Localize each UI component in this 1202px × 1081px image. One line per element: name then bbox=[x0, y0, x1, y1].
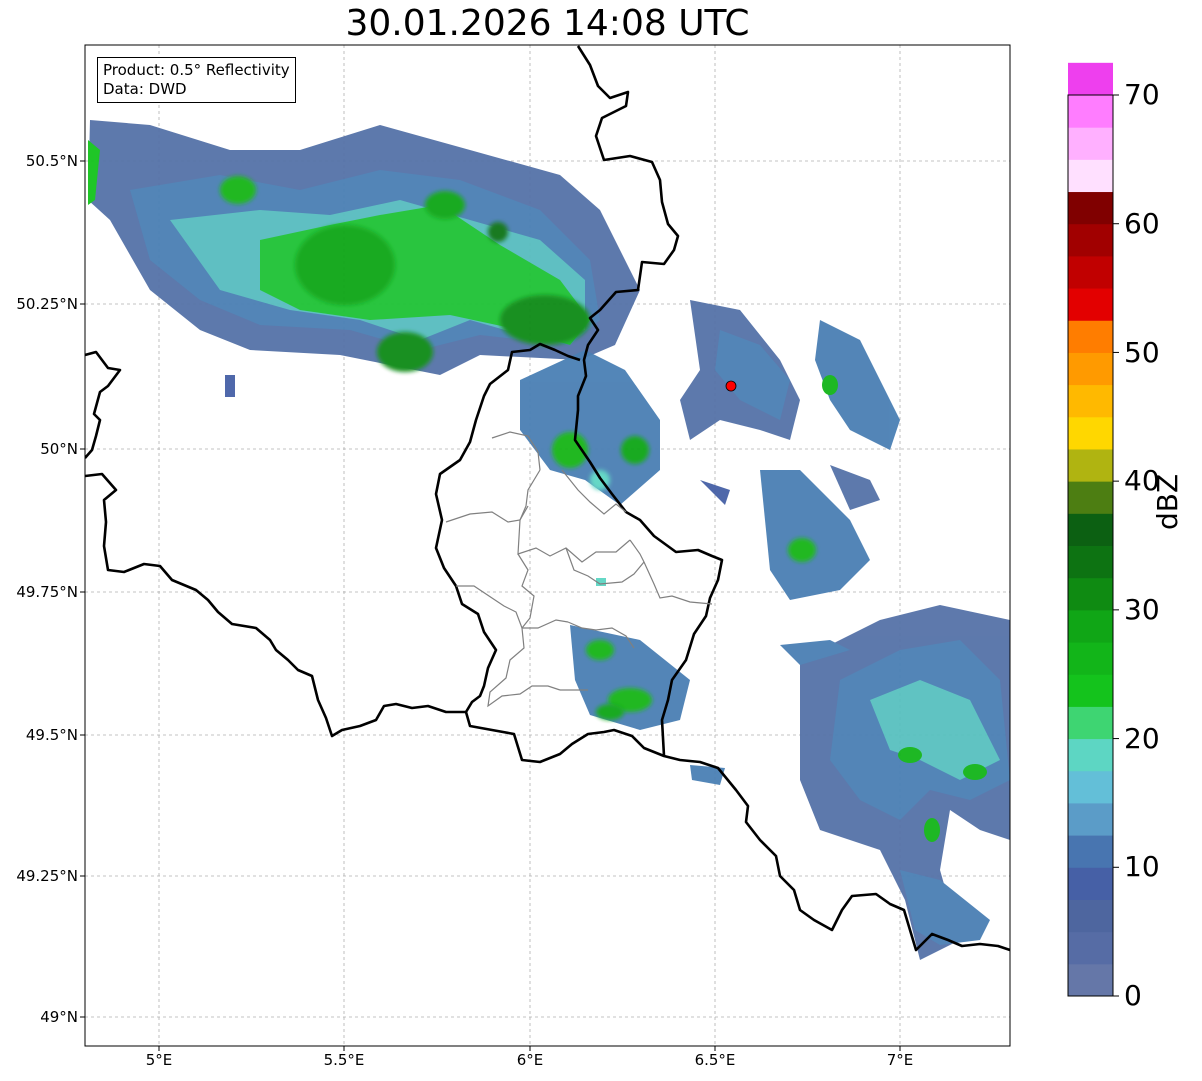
colorbar-segment bbox=[1068, 416, 1113, 450]
colorbar-segment bbox=[1068, 867, 1113, 900]
colorbar-tick-label: 70 bbox=[1124, 78, 1160, 111]
colorbar-tick-label: 60 bbox=[1124, 207, 1160, 240]
colorbar-segment bbox=[1068, 352, 1113, 386]
product-label: Product: 0.5° Reflectivity bbox=[103, 61, 290, 79]
lat-label: 49°N bbox=[40, 1008, 78, 1026]
colorbar-segment bbox=[1068, 191, 1113, 225]
colorbar-segment bbox=[1068, 481, 1113, 514]
colorbar-tick-label: 20 bbox=[1124, 722, 1160, 755]
lat-label: 50°N bbox=[40, 440, 78, 458]
colorbar-tick-label: 30 bbox=[1124, 593, 1160, 626]
lat-label: 49.75°N bbox=[16, 583, 78, 601]
precipitation-echoes bbox=[88, 120, 1010, 960]
colorbar-segment bbox=[1068, 255, 1113, 289]
colorbar-segment bbox=[1068, 320, 1113, 353]
colorbar-segment bbox=[1068, 899, 1113, 933]
lon-label: 5.5°E bbox=[323, 1051, 365, 1069]
colorbar-segment bbox=[1068, 577, 1113, 611]
lon-label: 6.5°E bbox=[694, 1051, 736, 1069]
colorbar-segment bbox=[1068, 738, 1113, 772]
colorbar-segment bbox=[1068, 770, 1113, 804]
colorbar-label: dBZ bbox=[1151, 473, 1184, 530]
colorbar-segment bbox=[1068, 95, 1113, 128]
colorbar-segment bbox=[1068, 159, 1113, 193]
colorbar-tick-label: 10 bbox=[1124, 850, 1160, 883]
colorbar-tick-label: 50 bbox=[1124, 336, 1160, 369]
radar-map[interactable] bbox=[0, 0, 1202, 1081]
colorbar-segment bbox=[1068, 62, 1113, 96]
colorbar-segment bbox=[1068, 384, 1113, 418]
colorbar-segment bbox=[1068, 963, 1113, 997]
colorbar bbox=[1068, 62, 1113, 997]
colorbar-segment bbox=[1068, 706, 1113, 740]
radar-site-marker[interactable] bbox=[725, 380, 737, 392]
lat-label: 49.5°N bbox=[25, 726, 78, 744]
lat-label: 50.5°N bbox=[25, 152, 78, 170]
colorbar-segment bbox=[1068, 931, 1113, 965]
colorbar-segment bbox=[1068, 835, 1113, 868]
colorbar-segment bbox=[1068, 288, 1113, 321]
colorbar-segment bbox=[1068, 127, 1113, 160]
colorbar-segment bbox=[1068, 513, 1113, 546]
colorbar-segment bbox=[1068, 802, 1113, 836]
lat-label: 50.25°N bbox=[16, 295, 78, 313]
colorbar-segment bbox=[1068, 674, 1113, 707]
colorbar-segment bbox=[1068, 448, 1113, 482]
lon-label: 6°E bbox=[516, 1051, 544, 1069]
colorbar-segment bbox=[1068, 642, 1113, 675]
data-source-label: Data: DWD bbox=[103, 80, 187, 98]
lon-label: 7°E bbox=[886, 1051, 914, 1069]
lat-label: 49.25°N bbox=[16, 867, 78, 885]
lon-label: 5°E bbox=[145, 1051, 173, 1069]
colorbar-segment bbox=[1068, 223, 1113, 257]
colorbar-tick-label: 0 bbox=[1124, 979, 1142, 1012]
colorbar-segment bbox=[1068, 545, 1113, 579]
colorbar-segment bbox=[1068, 609, 1113, 643]
info-box: Product: 0.5° Reflectivity Data: DWD bbox=[97, 57, 296, 103]
